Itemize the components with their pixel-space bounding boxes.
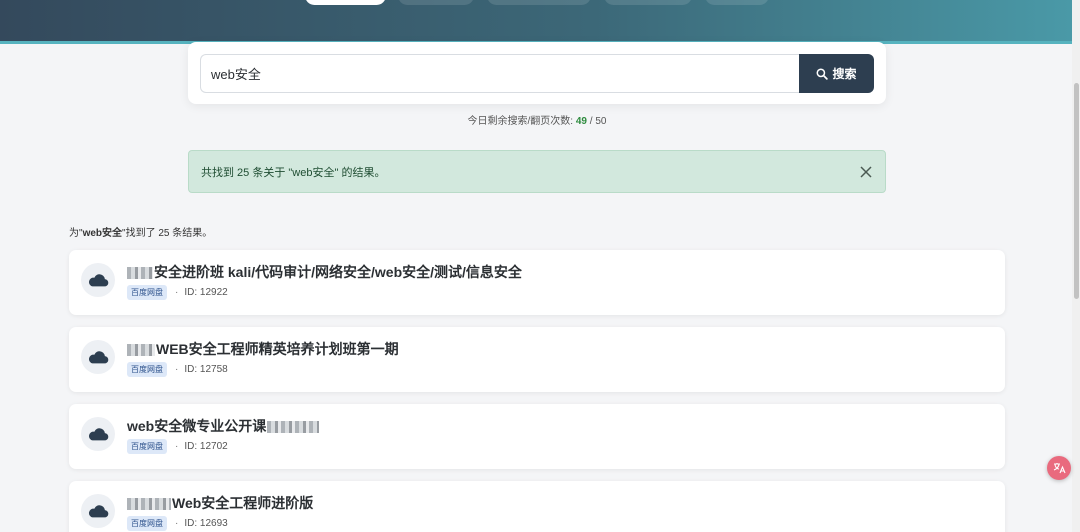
search-quota: 今日剩余搜索/翻页次数: 49 / 50	[0, 112, 1074, 127]
result-title[interactable]: Web安全工程师进阶版	[127, 493, 313, 513]
search-card: 搜索	[188, 42, 886, 104]
result-card[interactable]: Web安全工程师进阶版 百度网盘 · ID: 12693	[69, 481, 1005, 532]
result-id: ID: 12758	[184, 364, 228, 375]
result-card[interactable]: 安全进阶班 kali/代码审计/网络安全/web安全/测试/信息安全 百度网盘 …	[69, 250, 1005, 315]
quota-remaining: 49	[575, 116, 587, 127]
cloud-icon	[88, 428, 109, 441]
result-icon-wrap	[81, 340, 115, 374]
translate-icon	[1053, 463, 1066, 474]
cloud-icon	[88, 351, 109, 364]
result-title[interactable]: 安全进阶班 kali/代码审计/网络安全/web安全/测试/信息安全	[127, 262, 522, 282]
result-icon-wrap	[81, 494, 115, 528]
alert-message: 共找到 25 条关于 "web安全" 的结果。	[201, 166, 386, 179]
header-banner	[0, 0, 1080, 44]
redacted-text	[127, 498, 171, 511]
alert-close-button[interactable]	[857, 163, 875, 181]
meta-separator: ·	[175, 518, 179, 529]
result-id: ID: 12922	[184, 287, 228, 298]
result-card[interactable]: WEB安全工程师精英培养计划班第一期 百度网盘 · ID: 12758	[69, 327, 1005, 392]
result-id: ID: 12702	[184, 441, 228, 452]
result-meta: 百度网盘 · ID: 12702	[127, 439, 228, 454]
cloud-icon	[88, 505, 109, 518]
result-meta: 百度网盘 · ID: 12758	[127, 362, 228, 377]
summary-keyword: web安全	[82, 228, 123, 239]
search-button-label: 搜索	[832, 67, 857, 81]
nav-tab[interactable]	[705, 0, 769, 5]
source-badge: 百度网盘	[127, 516, 167, 531]
summary-suffix: "找到了 25 条结果。	[122, 228, 213, 239]
result-meta: 百度网盘 · ID: 12693	[127, 516, 228, 531]
scrollbar-thumb[interactable]	[1074, 83, 1079, 299]
nav-tab[interactable]	[604, 0, 692, 5]
result-title[interactable]: WEB安全工程师精英培养计划班第一期	[127, 339, 399, 359]
result-alert: 共找到 25 条关于 "web安全" 的结果。	[188, 150, 886, 193]
redacted-text	[127, 267, 153, 280]
result-id: ID: 12693	[184, 518, 228, 529]
source-badge: 百度网盘	[127, 285, 167, 300]
result-meta: 百度网盘 · ID: 12922	[127, 285, 228, 300]
meta-separator: ·	[175, 287, 179, 298]
summary-prefix: 为"	[69, 228, 83, 239]
search-icon	[817, 68, 829, 80]
nav-tab[interactable]	[487, 0, 591, 5]
result-icon-wrap	[81, 263, 115, 297]
nav-tab[interactable]	[398, 0, 474, 5]
results-summary: 为"web安全"找到了 25 条结果。	[69, 224, 212, 239]
quota-label: 今日剩余搜索/翻页次数:	[467, 116, 576, 127]
result-title[interactable]: web安全微专业公开课	[127, 416, 320, 436]
search-button[interactable]: 搜索	[799, 54, 874, 93]
cloud-icon	[88, 274, 109, 287]
source-badge: 百度网盘	[127, 439, 167, 454]
meta-separator: ·	[175, 441, 179, 452]
result-card[interactable]: web安全微专业公开课 百度网盘 · ID: 12702	[69, 404, 1005, 469]
nav-tab-active[interactable]	[305, 0, 386, 5]
redacted-text	[127, 344, 155, 357]
translate-button[interactable]	[1047, 456, 1071, 480]
source-badge: 百度网盘	[127, 362, 167, 377]
close-icon	[860, 166, 872, 178]
redacted-text	[267, 421, 320, 434]
quota-total: 50	[595, 116, 607, 127]
search-input[interactable]	[200, 54, 800, 93]
result-icon-wrap	[81, 417, 115, 451]
meta-separator: ·	[175, 364, 179, 375]
